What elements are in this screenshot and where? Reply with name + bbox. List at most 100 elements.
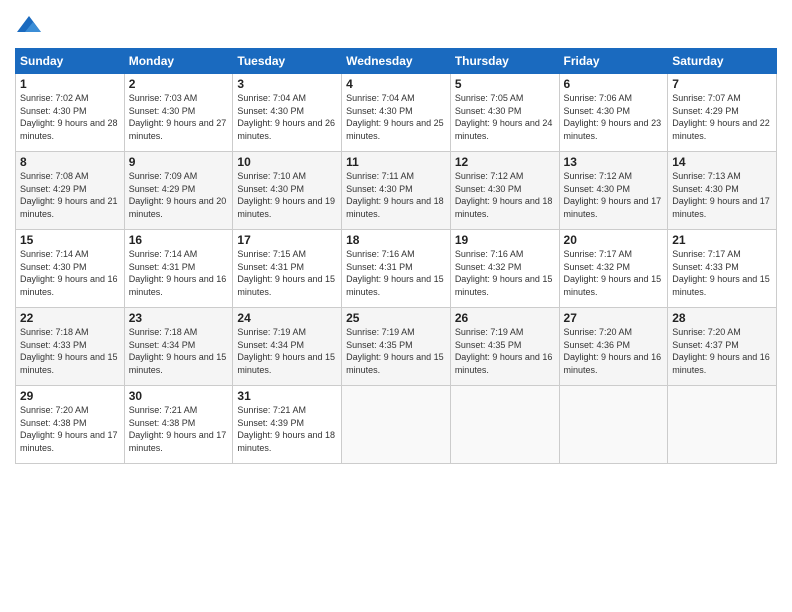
day-info: Sunrise: 7:04 AMSunset: 4:30 PMDaylight:… <box>346 93 444 141</box>
day-number: 31 <box>237 389 337 403</box>
day-number: 7 <box>672 77 772 91</box>
calendar-cell: 16 Sunrise: 7:14 AMSunset: 4:31 PMDaylig… <box>124 230 233 308</box>
calendar-cell: 28 Sunrise: 7:20 AMSunset: 4:37 PMDaylig… <box>668 308 777 386</box>
day-info: Sunrise: 7:03 AMSunset: 4:30 PMDaylight:… <box>129 93 227 141</box>
column-header-saturday: Saturday <box>668 49 777 74</box>
day-info: Sunrise: 7:19 AMSunset: 4:35 PMDaylight:… <box>455 327 553 375</box>
calendar-cell: 1 Sunrise: 7:02 AMSunset: 4:30 PMDayligh… <box>16 74 125 152</box>
calendar-cell: 4 Sunrise: 7:04 AMSunset: 4:30 PMDayligh… <box>342 74 451 152</box>
day-info: Sunrise: 7:20 AMSunset: 4:37 PMDaylight:… <box>672 327 770 375</box>
day-info: Sunrise: 7:19 AMSunset: 4:34 PMDaylight:… <box>237 327 335 375</box>
calendar-cell: 25 Sunrise: 7:19 AMSunset: 4:35 PMDaylig… <box>342 308 451 386</box>
column-header-tuesday: Tuesday <box>233 49 342 74</box>
calendar-cell: 8 Sunrise: 7:08 AMSunset: 4:29 PMDayligh… <box>16 152 125 230</box>
day-number: 18 <box>346 233 446 247</box>
calendar-cell: 14 Sunrise: 7:13 AMSunset: 4:30 PMDaylig… <box>668 152 777 230</box>
day-info: Sunrise: 7:17 AMSunset: 4:33 PMDaylight:… <box>672 249 770 297</box>
column-header-monday: Monday <box>124 49 233 74</box>
day-number: 12 <box>455 155 555 169</box>
day-info: Sunrise: 7:05 AMSunset: 4:30 PMDaylight:… <box>455 93 553 141</box>
calendar-cell: 13 Sunrise: 7:12 AMSunset: 4:30 PMDaylig… <box>559 152 668 230</box>
calendar-cell: 6 Sunrise: 7:06 AMSunset: 4:30 PMDayligh… <box>559 74 668 152</box>
day-number: 6 <box>564 77 664 91</box>
day-info: Sunrise: 7:02 AMSunset: 4:30 PMDaylight:… <box>20 93 118 141</box>
day-number: 16 <box>129 233 229 247</box>
day-info: Sunrise: 7:12 AMSunset: 4:30 PMDaylight:… <box>455 171 553 219</box>
week-row-2: 8 Sunrise: 7:08 AMSunset: 4:29 PMDayligh… <box>16 152 777 230</box>
day-info: Sunrise: 7:18 AMSunset: 4:34 PMDaylight:… <box>129 327 227 375</box>
header-row: SundayMondayTuesdayWednesdayThursdayFrid… <box>16 49 777 74</box>
day-info: Sunrise: 7:18 AMSunset: 4:33 PMDaylight:… <box>20 327 118 375</box>
day-info: Sunrise: 7:16 AMSunset: 4:32 PMDaylight:… <box>455 249 553 297</box>
calendar-cell: 21 Sunrise: 7:17 AMSunset: 4:33 PMDaylig… <box>668 230 777 308</box>
day-number: 27 <box>564 311 664 325</box>
column-header-sunday: Sunday <box>16 49 125 74</box>
day-number: 29 <box>20 389 120 403</box>
logo <box>15 14 47 42</box>
column-header-thursday: Thursday <box>450 49 559 74</box>
day-info: Sunrise: 7:12 AMSunset: 4:30 PMDaylight:… <box>564 171 662 219</box>
calendar-cell: 29 Sunrise: 7:20 AMSunset: 4:38 PMDaylig… <box>16 386 125 464</box>
day-info: Sunrise: 7:20 AMSunset: 4:38 PMDaylight:… <box>20 405 118 453</box>
column-header-friday: Friday <box>559 49 668 74</box>
day-info: Sunrise: 7:14 AMSunset: 4:31 PMDaylight:… <box>129 249 227 297</box>
week-row-5: 29 Sunrise: 7:20 AMSunset: 4:38 PMDaylig… <box>16 386 777 464</box>
week-row-1: 1 Sunrise: 7:02 AMSunset: 4:30 PMDayligh… <box>16 74 777 152</box>
day-number: 23 <box>129 311 229 325</box>
day-number: 8 <box>20 155 120 169</box>
day-info: Sunrise: 7:20 AMSunset: 4:36 PMDaylight:… <box>564 327 662 375</box>
day-number: 19 <box>455 233 555 247</box>
day-number: 28 <box>672 311 772 325</box>
calendar-cell: 11 Sunrise: 7:11 AMSunset: 4:30 PMDaylig… <box>342 152 451 230</box>
day-info: Sunrise: 7:16 AMSunset: 4:31 PMDaylight:… <box>346 249 444 297</box>
column-header-wednesday: Wednesday <box>342 49 451 74</box>
day-info: Sunrise: 7:06 AMSunset: 4:30 PMDaylight:… <box>564 93 662 141</box>
day-number: 26 <box>455 311 555 325</box>
day-number: 24 <box>237 311 337 325</box>
calendar-cell: 12 Sunrise: 7:12 AMSunset: 4:30 PMDaylig… <box>450 152 559 230</box>
calendar-cell: 22 Sunrise: 7:18 AMSunset: 4:33 PMDaylig… <box>16 308 125 386</box>
day-info: Sunrise: 7:09 AMSunset: 4:29 PMDaylight:… <box>129 171 227 219</box>
header <box>15 10 777 42</box>
day-number: 22 <box>20 311 120 325</box>
calendar-cell <box>668 386 777 464</box>
day-number: 3 <box>237 77 337 91</box>
calendar-cell: 10 Sunrise: 7:10 AMSunset: 4:30 PMDaylig… <box>233 152 342 230</box>
day-number: 1 <box>20 77 120 91</box>
calendar-cell: 9 Sunrise: 7:09 AMSunset: 4:29 PMDayligh… <box>124 152 233 230</box>
calendar-cell: 23 Sunrise: 7:18 AMSunset: 4:34 PMDaylig… <box>124 308 233 386</box>
day-number: 2 <box>129 77 229 91</box>
calendar-cell: 26 Sunrise: 7:19 AMSunset: 4:35 PMDaylig… <box>450 308 559 386</box>
day-info: Sunrise: 7:14 AMSunset: 4:30 PMDaylight:… <box>20 249 118 297</box>
day-info: Sunrise: 7:17 AMSunset: 4:32 PMDaylight:… <box>564 249 662 297</box>
day-number: 4 <box>346 77 446 91</box>
day-number: 17 <box>237 233 337 247</box>
calendar-cell <box>559 386 668 464</box>
calendar-cell: 5 Sunrise: 7:05 AMSunset: 4:30 PMDayligh… <box>450 74 559 152</box>
day-info: Sunrise: 7:04 AMSunset: 4:30 PMDaylight:… <box>237 93 335 141</box>
day-number: 25 <box>346 311 446 325</box>
day-info: Sunrise: 7:07 AMSunset: 4:29 PMDaylight:… <box>672 93 770 141</box>
day-number: 5 <box>455 77 555 91</box>
day-number: 13 <box>564 155 664 169</box>
calendar-cell: 7 Sunrise: 7:07 AMSunset: 4:29 PMDayligh… <box>668 74 777 152</box>
calendar-cell: 24 Sunrise: 7:19 AMSunset: 4:34 PMDaylig… <box>233 308 342 386</box>
logo-icon <box>15 14 43 42</box>
day-info: Sunrise: 7:15 AMSunset: 4:31 PMDaylight:… <box>237 249 335 297</box>
calendar-page: SundayMondayTuesdayWednesdayThursdayFrid… <box>0 0 792 612</box>
day-info: Sunrise: 7:21 AMSunset: 4:39 PMDaylight:… <box>237 405 335 453</box>
calendar-cell: 19 Sunrise: 7:16 AMSunset: 4:32 PMDaylig… <box>450 230 559 308</box>
calendar-cell: 30 Sunrise: 7:21 AMSunset: 4:38 PMDaylig… <box>124 386 233 464</box>
calendar-cell: 17 Sunrise: 7:15 AMSunset: 4:31 PMDaylig… <box>233 230 342 308</box>
day-number: 9 <box>129 155 229 169</box>
week-row-3: 15 Sunrise: 7:14 AMSunset: 4:30 PMDaylig… <box>16 230 777 308</box>
day-info: Sunrise: 7:19 AMSunset: 4:35 PMDaylight:… <box>346 327 444 375</box>
day-info: Sunrise: 7:11 AMSunset: 4:30 PMDaylight:… <box>346 171 444 219</box>
calendar-cell: 31 Sunrise: 7:21 AMSunset: 4:39 PMDaylig… <box>233 386 342 464</box>
calendar-cell <box>342 386 451 464</box>
calendar-table: SundayMondayTuesdayWednesdayThursdayFrid… <box>15 48 777 464</box>
day-info: Sunrise: 7:13 AMSunset: 4:30 PMDaylight:… <box>672 171 770 219</box>
day-number: 14 <box>672 155 772 169</box>
day-number: 11 <box>346 155 446 169</box>
day-info: Sunrise: 7:21 AMSunset: 4:38 PMDaylight:… <box>129 405 227 453</box>
